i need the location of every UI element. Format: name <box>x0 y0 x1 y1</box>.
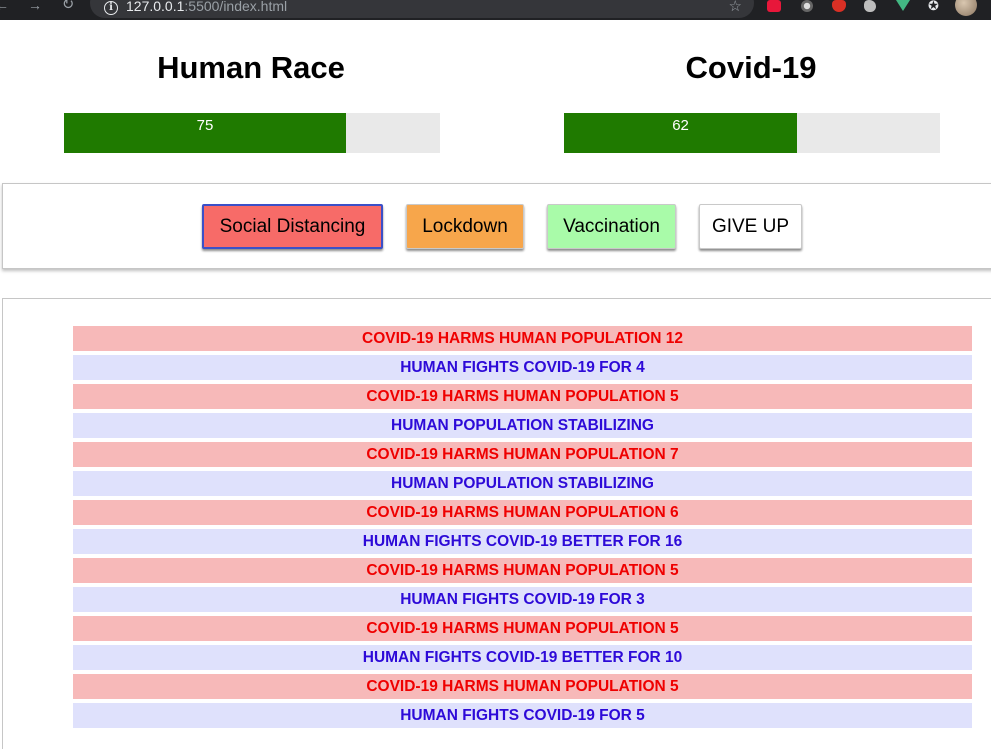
battle-log-list: COVID-19 HARMS HUMAN POPULATION 12 HUMAN … <box>73 326 972 732</box>
log-entry-human: HUMAN FIGHTS COVID-19 FOR 5 <box>73 703 972 728</box>
log-entry-human: HUMAN FIGHTS COVID-19 FOR 3 <box>73 587 972 612</box>
log-entry-covid: COVID-19 HARMS HUMAN POPULATION 12 <box>73 326 972 351</box>
extension-vue-icon[interactable] <box>896 0 910 11</box>
vaccination-button[interactable]: Vaccination <box>547 204 676 249</box>
puzzle-extension-icon[interactable]: ✪ <box>928 0 942 12</box>
social-distancing-button[interactable]: Social Distancing <box>202 204 383 249</box>
covid-title: Covid-19 <box>685 50 817 85</box>
log-entry-covid: COVID-19 HARMS HUMAN POPULATION 5 <box>73 616 972 641</box>
controls-panel: Social Distancing Lockdown Vaccination G… <box>2 183 991 269</box>
info-icon[interactable]: i <box>104 1 118 15</box>
address-bar[interactable]: i 127.0.0.1:5500/index.html ☆ <box>90 0 754 18</box>
url-host: 127.0.0.1 <box>126 0 185 14</box>
human-race-title: Human Race <box>157 50 345 85</box>
give-up-button[interactable]: GIVE UP <box>699 204 802 249</box>
log-entry-covid: COVID-19 HARMS HUMAN POPULATION 5 <box>73 384 972 409</box>
star-icon[interactable]: ☆ <box>729 0 742 15</box>
extension-squirrel-icon[interactable] <box>864 0 876 12</box>
forward-arrow-icon[interactable]: → <box>27 0 43 14</box>
covid-health-bar: 62 <box>564 113 940 153</box>
url-text[interactable]: 127.0.0.1:5500/index.html <box>126 0 287 14</box>
human-health-bar: 75 <box>64 113 440 153</box>
log-entry-covid: COVID-19 HARMS HUMAN POPULATION 5 <box>73 558 972 583</box>
extension-globe-icon[interactable] <box>801 0 813 12</box>
log-entry-covid: COVID-19 HARMS HUMAN POPULATION 7 <box>73 442 972 467</box>
extension-bookmark-icon[interactable] <box>767 0 781 12</box>
browser-toolbar: ← → ↻ i 127.0.0.1:5500/index.html ☆ ✪ <box>0 0 991 20</box>
extension-shield-icon[interactable] <box>832 0 846 12</box>
covid-health-fill: 62 <box>564 113 798 153</box>
log-entry-human: HUMAN FIGHTS COVID-19 BETTER FOR 10 <box>73 645 972 670</box>
log-entry-human: HUMAN FIGHTS COVID-19 FOR 4 <box>73 355 972 380</box>
log-entry-covid: COVID-19 HARMS HUMAN POPULATION 5 <box>73 674 972 699</box>
log-entry-covid: COVID-19 HARMS HUMAN POPULATION 6 <box>73 500 972 525</box>
profile-avatar[interactable] <box>955 0 977 16</box>
battle-log-panel: COVID-19 HARMS HUMAN POPULATION 12 HUMAN … <box>2 298 991 749</box>
back-arrow-icon[interactable]: ← <box>0 0 10 14</box>
human-health-fill: 75 <box>64 113 346 153</box>
url-path: :5500/index.html <box>184 0 288 14</box>
log-entry-human: HUMAN POPULATION STABILIZING <box>73 471 972 496</box>
reload-icon[interactable]: ↻ <box>60 0 76 14</box>
log-entry-human: HUMAN POPULATION STABILIZING <box>73 413 972 438</box>
log-entry-human: HUMAN FIGHTS COVID-19 BETTER FOR 16 <box>73 529 972 554</box>
lockdown-button[interactable]: Lockdown <box>406 204 524 249</box>
